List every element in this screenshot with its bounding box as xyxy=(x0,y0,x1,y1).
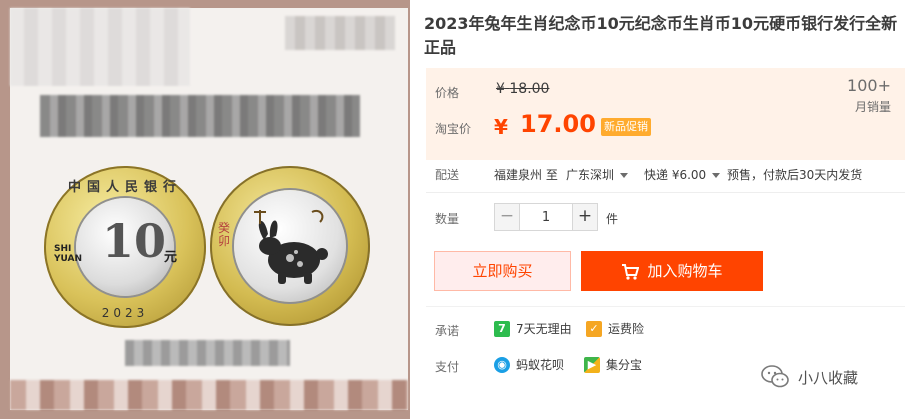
promise-freight-insurance[interactable]: ✓ 运费险 xyxy=(586,320,644,337)
blurred-text-block xyxy=(125,340,290,366)
divider xyxy=(426,306,905,307)
ship-from: 福建泉州 至 xyxy=(494,168,558,182)
coin-zodiac-text: 癸卯 xyxy=(218,221,231,248)
promise-freight-label: 运费险 xyxy=(608,322,645,336)
blurred-text-block xyxy=(10,380,408,410)
promo-badge: 新品促销 xyxy=(601,118,651,136)
payment-huabei-label: 蚂蚁花呗 xyxy=(516,358,565,372)
original-price: ¥ 18.00 xyxy=(496,81,549,97)
taobao-price-label: 淘宝价 xyxy=(435,122,472,136)
coin-shi-yuan: SHI YUAN xyxy=(54,244,82,264)
blurred-text-block xyxy=(40,95,360,137)
payment-jifenbao-label: 集分宝 xyxy=(606,358,643,372)
cart-icon xyxy=(622,263,640,280)
product-title: 2023年兔年生肖纪念币10元纪念币生肖币10元硬币银行发行全新正品 xyxy=(424,14,898,57)
monthly-sales-label: 月销量 xyxy=(854,100,891,114)
blurred-text-block xyxy=(10,8,190,86)
sale-price: 17.00 xyxy=(520,110,596,138)
rabbit-icon xyxy=(254,210,328,284)
ship-to-value: 广东深圳 xyxy=(566,168,615,182)
shipping-method-select[interactable]: 快递 ¥6.00 xyxy=(644,166,721,183)
quantity-input[interactable] xyxy=(520,203,572,231)
price-panel: 价格 ¥ 18.00 淘宝价 ¥ 17.00 新品促销 100+ 月销量 xyxy=(426,68,905,160)
shipping-method-value: 快递 ¥6.00 xyxy=(644,168,707,182)
increment-button[interactable]: + xyxy=(572,203,598,231)
wechat-watermark: 小八收藏 xyxy=(760,364,858,390)
coin-front-image: 中国人民银行 10 SHI YUAN 元 2023 xyxy=(44,166,206,328)
quantity-label: 数量 xyxy=(435,212,460,226)
payment-label: 支付 xyxy=(435,360,460,374)
original-price-value: 18.00 xyxy=(509,81,550,97)
monthly-sales-count: 100+ xyxy=(847,76,891,95)
blurred-text-block xyxy=(285,16,395,50)
product-image[interactable]: 中国人民银行 10 SHI YUAN 元 2023 癸卯 xyxy=(0,0,410,419)
wechat-icon xyxy=(761,365,789,388)
promise-7day[interactable]: 7 7天无理由 xyxy=(494,320,572,337)
promise-7day-label: 7天无理由 xyxy=(516,322,572,336)
chevron-down-icon xyxy=(712,173,721,178)
add-to-cart-button[interactable]: 加入购物车 xyxy=(581,251,763,291)
currency-symbol: ¥ xyxy=(496,81,505,97)
coin-ring-text: 中国人民银行 xyxy=(67,180,182,195)
coin-back-image: 癸卯 xyxy=(210,166,370,326)
coin-unit: 元 xyxy=(164,250,178,265)
coin-denomination: 10 xyxy=(102,214,167,268)
promise-label: 承诺 xyxy=(435,324,460,338)
add-to-cart-label: 加入购物车 xyxy=(647,262,723,280)
coin-yuan-text: YUAN xyxy=(54,254,83,264)
coin-shi-text: SHI xyxy=(54,244,72,254)
currency-symbol: ¥ xyxy=(494,115,508,139)
quantity-unit: 件 xyxy=(606,212,619,226)
divider xyxy=(426,192,905,193)
watermark-account-name: 小八收藏 xyxy=(798,368,859,387)
price-label: 价格 xyxy=(435,86,460,100)
huabei-icon: ◉ xyxy=(494,356,510,373)
ship-to-select[interactable]: 广东深圳 xyxy=(566,166,629,183)
payment-jifenbao[interactable]: ▶ 集分宝 xyxy=(584,356,642,373)
decrement-button[interactable]: − xyxy=(494,203,520,231)
payment-huabei[interactable]: ◉ 蚂蚁花呗 xyxy=(494,356,564,373)
coin-center xyxy=(234,190,346,302)
buy-now-button[interactable]: 立即购买 xyxy=(434,251,571,291)
coin-year: 2023 xyxy=(101,306,149,320)
shipping-label: 配送 xyxy=(435,168,460,182)
insurance-icon: ✓ xyxy=(586,320,602,337)
jifenbao-icon: ▶ xyxy=(584,356,600,373)
quantity-stepper: − + xyxy=(494,203,598,231)
seven-day-icon: 7 xyxy=(494,320,510,337)
chevron-down-icon xyxy=(620,173,629,178)
presale-note: 预售，付款后30天内发货 xyxy=(727,168,863,182)
